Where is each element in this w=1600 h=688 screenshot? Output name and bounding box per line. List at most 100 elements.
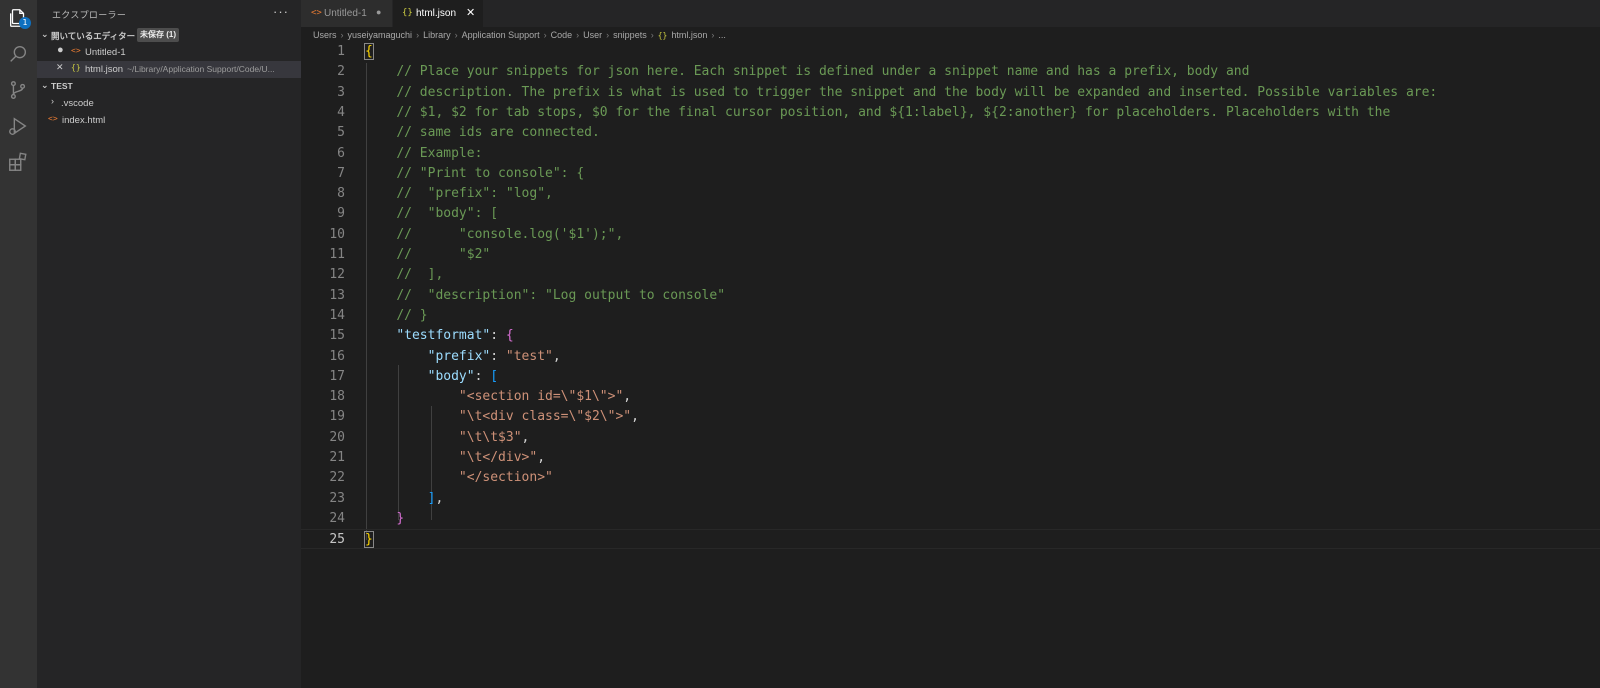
code-line[interactable]: 19 "\t<div class=\"$2\">", xyxy=(301,407,1600,427)
line-number: 2 xyxy=(337,64,345,80)
code-editor[interactable]: 1{2 // Place your snippets for json here… xyxy=(301,42,1600,688)
line-number: 6 xyxy=(337,145,345,161)
code-line[interactable]: 22 "</section>" xyxy=(301,468,1600,488)
html-file-icon: <> xyxy=(48,114,58,123)
activity-bar: 1 xyxy=(0,0,37,688)
more-actions-icon[interactable]: ··· xyxy=(273,4,289,19)
line-number: 4 xyxy=(337,104,345,120)
explorer-sidebar: エクスプローラー ··· ⌄ 開いているエディター 未保存 (1) ● <> U… xyxy=(37,0,301,688)
chevron-right-icon: › xyxy=(650,30,654,40)
breadcrumb-item[interactable]: html.json xyxy=(671,30,707,40)
code-line[interactable]: 18 "<section id=\"$1\">", xyxy=(301,387,1600,407)
code-line[interactable]: 23 ], xyxy=(301,489,1600,509)
code-line[interactable]: 24 } xyxy=(301,509,1600,529)
code-line[interactable]: 21 "\t</div>", xyxy=(301,448,1600,468)
chevron-right-icon: › xyxy=(711,30,715,40)
code-line[interactable]: 15 "testformat": { xyxy=(301,326,1600,346)
line-number: 5 xyxy=(337,125,345,141)
breadcrumb-item[interactable]: snippets xyxy=(613,30,647,40)
search-icon[interactable] xyxy=(6,42,30,66)
code-line[interactable]: 8 // "prefix": "log", xyxy=(301,184,1600,204)
line-number: 15 xyxy=(329,328,345,344)
chevron-down-icon: ⌄ xyxy=(41,29,49,39)
code-text: ], xyxy=(427,490,444,506)
chevron-down-icon: ⌄ xyxy=(41,80,49,90)
code-line[interactable]: 4 // $1, $2 for tab stops, $0 for the fi… xyxy=(301,103,1600,123)
tree-folder-vscode[interactable]: › .vscode xyxy=(37,95,301,112)
open-editor-html-json[interactable]: ✕ {} html.json ~/Library/Application Supp… xyxy=(37,61,301,78)
breadcrumb: Users › yuseiyamaguchi › Library › Appli… xyxy=(313,28,726,42)
line-number: 18 xyxy=(329,389,345,405)
code-text: } xyxy=(364,531,374,549)
code-line[interactable]: 10 // "console.log('$1');", xyxy=(301,225,1600,245)
tab-html-json[interactable]: {} html.json ✕ xyxy=(393,0,483,27)
line-number: 17 xyxy=(329,368,345,384)
code-line[interactable]: 5 // same ids are connected. xyxy=(301,123,1600,143)
modified-dot-icon[interactable]: ● xyxy=(57,44,64,56)
code-text: "body": [ xyxy=(427,368,499,384)
code-line[interactable]: 14 // } xyxy=(301,306,1600,326)
line-number: 3 xyxy=(337,84,345,100)
code-line[interactable]: 11 // "$2" xyxy=(301,245,1600,265)
code-line[interactable]: 9 // "body": [ xyxy=(301,204,1600,224)
breadcrumb-item[interactable]: Library xyxy=(423,30,451,40)
breadcrumb-item[interactable]: yuseiyamaguchi xyxy=(348,30,413,40)
run-debug-icon[interactable] xyxy=(6,114,30,138)
line-number: 16 xyxy=(329,348,345,364)
source-control-icon[interactable] xyxy=(6,78,30,102)
code-text: // "prefix": "log", xyxy=(396,186,553,202)
line-number: 24 xyxy=(329,510,345,526)
extensions-icon[interactable] xyxy=(6,150,30,174)
code-line[interactable]: 20 "\t\t$3", xyxy=(301,428,1600,448)
breadcrumb-item[interactable]: Code xyxy=(551,30,573,40)
tab-untitled-1[interactable]: <> Untitled-1 ● xyxy=(301,0,393,27)
open-editor-name: Untitled-1 xyxy=(85,47,126,58)
code-text: { xyxy=(364,43,374,60)
code-line[interactable]: 12 // ], xyxy=(301,265,1600,285)
sidebar-title: エクスプローラー xyxy=(52,10,127,20)
code-text: } xyxy=(396,510,405,526)
code-line[interactable]: 7 // "Print to console": { xyxy=(301,164,1600,184)
code-line[interactable]: 13 // "description": "Log output to cons… xyxy=(301,286,1600,306)
code-text: "<section id=\"$1\">", xyxy=(458,389,632,405)
code-line[interactable]: 3 // description. The prefix is what is … xyxy=(301,83,1600,103)
tree-file-index-html[interactable]: <> index.html xyxy=(37,112,301,129)
json-file-icon: {} xyxy=(71,63,81,72)
sidebar-header: エクスプローラー ··· xyxy=(37,0,301,27)
code-line[interactable]: 6 // Example: xyxy=(301,144,1600,164)
line-number: 9 xyxy=(337,206,345,222)
modified-dot-icon[interactable]: ● xyxy=(376,7,381,17)
code-text: // same ids are connected. xyxy=(396,125,600,141)
chevron-right-icon: › xyxy=(543,30,547,40)
line-number: 22 xyxy=(329,470,345,486)
chevron-right-icon: › xyxy=(606,30,610,40)
code-text: "testformat": { xyxy=(396,328,514,344)
workspace-header[interactable]: ⌄ TEST xyxy=(37,78,301,95)
breadcrumb-item[interactable]: User xyxy=(583,30,602,40)
open-editor-name: html.json ~/Library/Application Support/C… xyxy=(85,64,275,75)
close-icon[interactable]: ✕ xyxy=(56,62,64,73)
code-text: "</section>" xyxy=(458,470,553,486)
breadcrumb-item[interactable]: ... xyxy=(718,30,726,40)
close-icon[interactable]: ✕ xyxy=(466,6,475,19)
breadcrumb-item[interactable]: Application Support xyxy=(462,30,540,40)
code-line[interactable]: 17 "body": [ xyxy=(301,367,1600,387)
open-editors-header[interactable]: ⌄ 開いているエディター 未保存 (1) xyxy=(37,27,301,44)
chevron-right-icon: › xyxy=(340,30,344,40)
line-number: 8 xyxy=(337,186,345,202)
tab-bar: <> Untitled-1 ● {} html.json ✕ xyxy=(301,0,1600,27)
code-line[interactable]: 2 // Place your snippets for json here. … xyxy=(301,62,1600,82)
code-text: // Place your snippets for json here. Ea… xyxy=(396,64,1250,80)
code-text: "\t<div class=\"$2\">", xyxy=(458,409,639,425)
code-line[interactable]: 25} xyxy=(301,529,1600,550)
open-editor-untitled[interactable]: ● <> Untitled-1 xyxy=(37,44,301,61)
code-text: // "description": "Log output to console… xyxy=(396,287,726,303)
code-line[interactable]: 16 "prefix": "test", xyxy=(301,347,1600,367)
code-line[interactable]: 1{ xyxy=(301,42,1600,62)
code-text: // ], xyxy=(396,267,444,283)
code-text: // $1, $2 for tab stops, $0 for the fina… xyxy=(396,104,1391,120)
json-file-icon: {} xyxy=(657,30,668,40)
code-text: // "Print to console": { xyxy=(396,165,585,181)
breadcrumb-item[interactable]: Users xyxy=(313,30,337,40)
tab-label: Untitled-1 xyxy=(324,8,367,19)
